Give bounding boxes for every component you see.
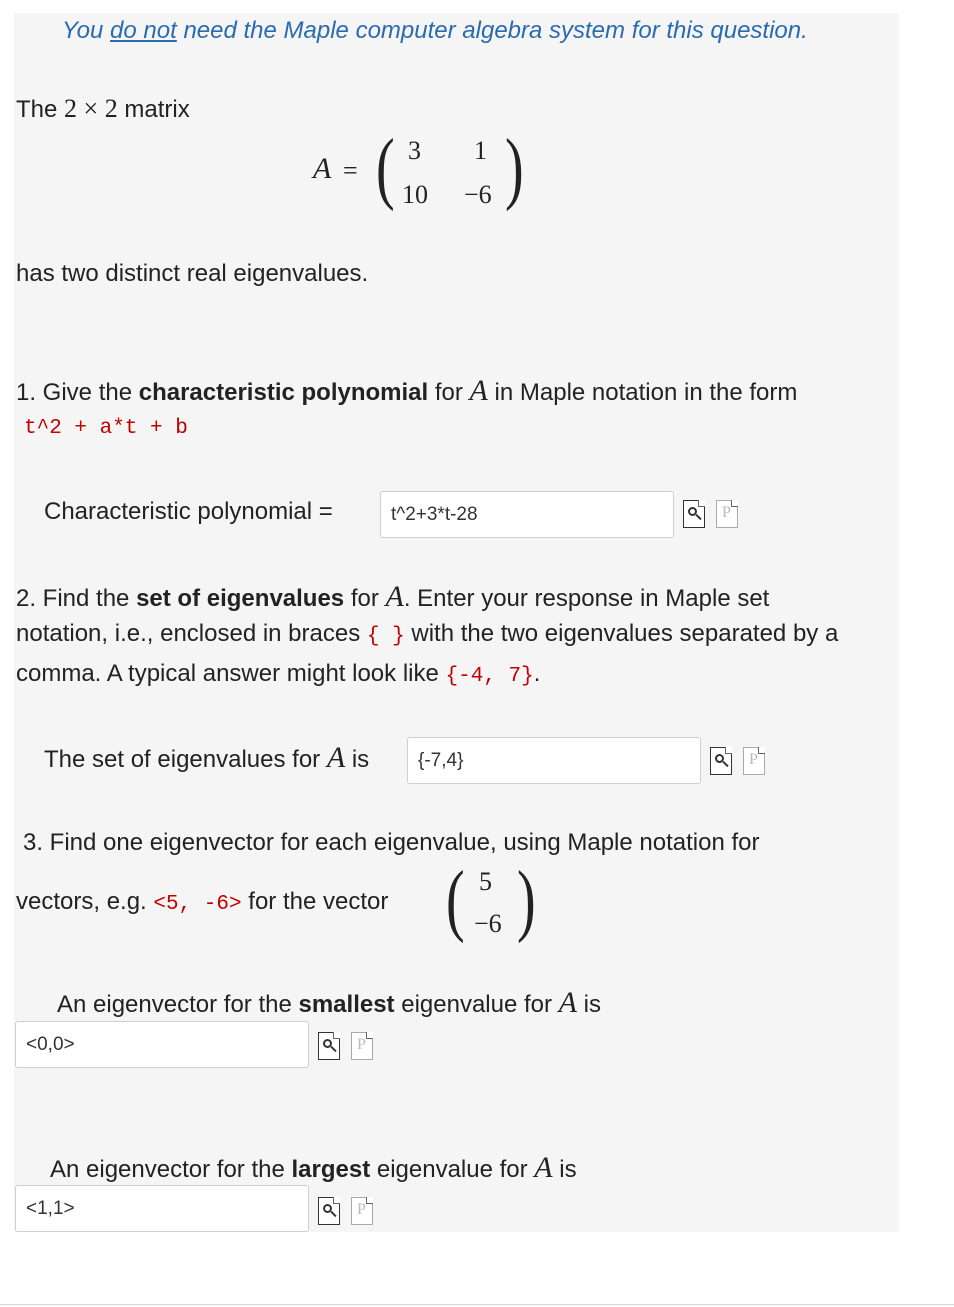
characteristic-polynomial-input[interactable]: t^2+3*t-28 — [380, 491, 674, 538]
q1-format-code: t^2 + a*t + b — [24, 417, 188, 440]
preview-icon[interactable] — [318, 1197, 340, 1225]
maple-syntax-icon[interactable]: P — [743, 747, 765, 775]
q2-line2: notation, i.e., enclosed in braces { } w… — [16, 619, 838, 652]
q2-text: 2. Find the — [16, 585, 137, 612]
maple-syntax-icon[interactable]: P — [351, 1197, 373, 1225]
vector-example-code: <5, -6> — [153, 893, 242, 916]
vector-entry: 5 — [479, 867, 492, 896]
matrix-cell: 10 — [402, 180, 428, 209]
q1-prompt: 1. Give the characteristic polynomial fo… — [16, 376, 797, 408]
smallest-label: An eigenvector for the smallest eigenval… — [57, 988, 601, 1020]
q2-answer-value: {-7,4} — [418, 749, 464, 771]
q3-line2-text: vectors, e.g. — [16, 888, 154, 915]
q2-line3: comma. A typical answer might look like … — [16, 659, 540, 692]
q2-line3-text: comma. A typical answer might look like — [16, 660, 446, 687]
braces-code: { } — [366, 625, 405, 648]
large-var: A — [534, 1151, 553, 1184]
eigenvalues-input[interactable]: {-7,4} — [407, 737, 701, 784]
intro-conclusion: has two distinct real eigenvalues. — [16, 260, 369, 287]
vector-right-paren: ) — [516, 856, 536, 944]
large-text-mid: eigenvalue for — [370, 1156, 535, 1183]
q2-label-end: is — [345, 746, 370, 773]
q2-line1: 2. Find the set of eigenvalues for A. En… — [16, 582, 769, 614]
matrix-cell: 1 — [474, 136, 487, 165]
matrix-dims: 2 × 2 — [64, 94, 118, 123]
equals-sign: = — [343, 156, 358, 185]
right-paren: ) — [504, 124, 524, 212]
small-bold: smallest — [298, 991, 395, 1018]
large-bold: largest — [291, 1156, 371, 1183]
q2-text-mid: for — [344, 585, 386, 612]
smallest-eigenvector-input[interactable]: <0,0> — [15, 1021, 309, 1068]
q2-answer-label: The set of eigenvalues for A is — [44, 743, 369, 775]
small-text-mid: eigenvalue for — [394, 991, 559, 1018]
note-emphasis: do not — [110, 17, 177, 44]
maple-glyph: P — [357, 1201, 366, 1218]
q2-var: A — [385, 580, 404, 613]
maple-syntax-icon[interactable]: P — [716, 500, 738, 528]
q2-label-var: A — [326, 741, 346, 774]
matrix-cell: −6 — [464, 180, 492, 209]
largest-label: An eigenvector for the largest eigenvalu… — [50, 1153, 577, 1185]
q2-text-end: . Enter your response in Maple set — [403, 585, 770, 612]
vector-left-paren: ( — [445, 856, 465, 944]
set-example-code: {-4, 7} — [445, 665, 534, 688]
preview-icon[interactable] — [318, 1032, 340, 1060]
q1-bold: characteristic polynomial — [138, 379, 429, 406]
small-text-end: is — [576, 991, 601, 1018]
intro-line: The 2 × 2 matrix — [16, 94, 190, 125]
intro-matrix-word: matrix — [124, 96, 190, 123]
intro-the: The — [16, 96, 58, 123]
small-answer-value: <0,0> — [26, 1033, 75, 1055]
large-text: An eigenvector for the — [50, 1156, 292, 1183]
maple-glyph: P — [722, 504, 731, 521]
large-text-end: is — [552, 1156, 577, 1183]
q2-label-text: The set of eigenvalues for — [44, 746, 327, 773]
matrix-cell: 3 — [408, 136, 421, 165]
small-var: A — [558, 986, 577, 1019]
note-text: You — [62, 17, 111, 44]
maple-glyph: P — [749, 751, 758, 768]
left-paren: ( — [375, 124, 395, 212]
q3-line2: vectors, e.g. <5, -6> for the vector — [16, 887, 388, 920]
q2-line2-end: with the two eigenvalues separated by a — [404, 620, 839, 647]
q1-text-end: in Maple notation in the form — [487, 379, 798, 406]
large-answer-value: <1,1> — [26, 1197, 75, 1219]
q3-line1: 3. Find one eigenvector for each eigenva… — [23, 829, 760, 856]
q3-line2-end: for the vector — [241, 888, 389, 915]
largest-eigenvector-input[interactable]: <1,1> — [15, 1185, 309, 1232]
maple-syntax-icon[interactable]: P — [351, 1032, 373, 1060]
q2-period: . — [533, 660, 541, 687]
vector-entry: −6 — [474, 909, 502, 938]
q1-text: 1. Give the — [16, 379, 139, 406]
q2-bold: set of eigenvalues — [136, 585, 345, 612]
q2-line2-text: notation, i.e., enclosed in braces — [16, 620, 367, 647]
maple-note: You do not need the Maple computer algeb… — [62, 17, 808, 45]
small-text: An eigenvector for the — [57, 991, 299, 1018]
preview-icon[interactable] — [710, 747, 732, 775]
maple-glyph: P — [357, 1036, 366, 1053]
divider — [0, 1304, 954, 1305]
q1-var: A — [469, 374, 488, 407]
preview-icon[interactable] — [683, 500, 705, 528]
q1-answer-label: Characteristic polynomial = — [44, 498, 333, 525]
note-text-end: need the Maple computer algebra system f… — [176, 17, 808, 44]
q1-answer-value: t^2+3*t-28 — [391, 503, 478, 525]
matrix-name: A — [313, 152, 332, 185]
q1-text-mid: for — [428, 379, 470, 406]
